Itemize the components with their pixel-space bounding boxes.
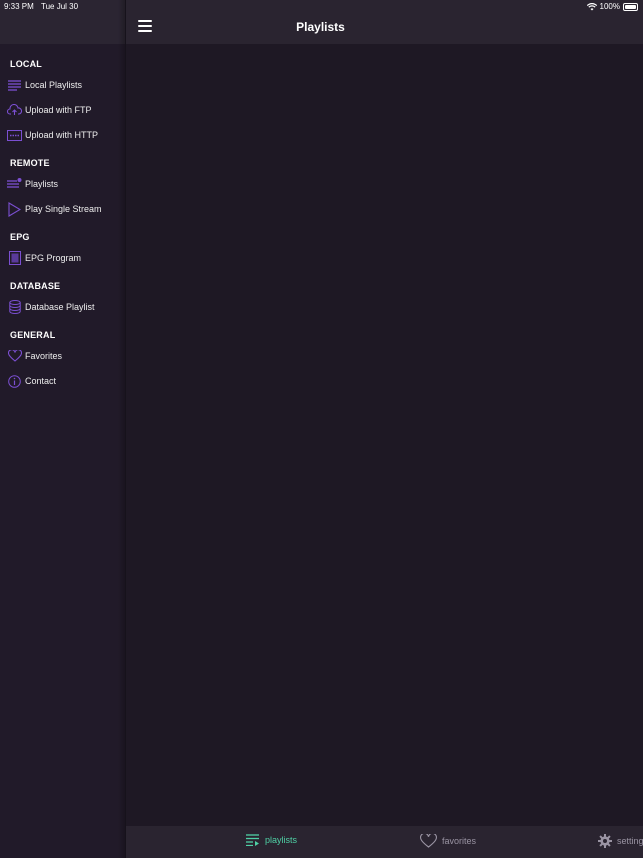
tab-bar: playlists favorites settings: [126, 826, 643, 858]
sidebar-item-database-playlist[interactable]: Database Playlist: [7, 298, 119, 316]
sidebar-item-label: Upload with HTTP: [25, 130, 99, 140]
sidebar-item-favorites[interactable]: Favorites: [7, 347, 119, 365]
http-icon: [7, 128, 22, 143]
sidebar: LOCAL Local Playlists Upload with FTP Up…: [0, 0, 125, 858]
epg-icon: [7, 251, 22, 266]
sidebar-item-epg-program[interactable]: EPG Program: [7, 249, 119, 267]
battery-icon: [623, 2, 638, 11]
remote-playlist-icon: [7, 177, 22, 192]
sidebar-item-upload-http[interactable]: Upload with HTTP: [7, 126, 119, 144]
sidebar-item-label: Local Playlists: [25, 80, 83, 90]
playlist-icon: [7, 78, 22, 93]
sidebar-item-label: Play Single Stream: [25, 204, 102, 214]
gear-icon: [598, 834, 612, 848]
wifi-icon: [586, 2, 597, 10]
sidebar-item-label: Playlists: [25, 179, 59, 189]
sidebar-item-label: Upload with FTP: [25, 105, 92, 115]
sidebar-item-upload-ftp[interactable]: Upload with FTP: [7, 101, 119, 119]
section-title-local: LOCAL: [10, 59, 42, 69]
heart-icon: [420, 834, 437, 848]
battery-percent: 100%: [599, 2, 620, 11]
sidebar-item-playlists[interactable]: Playlists: [7, 175, 119, 193]
status-right: 100%: [586, 2, 638, 11]
tab-playlists[interactable]: playlists: [246, 834, 297, 846]
tab-label: playlists: [265, 835, 298, 845]
status-time: 9:33 PM: [4, 2, 34, 11]
playlist-icon: [246, 834, 259, 846]
sidebar-item-local-playlists[interactable]: Local Playlists: [7, 76, 119, 94]
database-icon: [7, 300, 22, 315]
main-content: Playlists playlists favorites settings: [126, 0, 643, 858]
cloud-upload-icon: [7, 103, 22, 118]
status-date: Tue Jul 30: [41, 2, 79, 11]
sidebar-item-label: Database Playlist: [25, 302, 95, 312]
info-icon: [7, 374, 22, 389]
section-title-remote: REMOTE: [10, 158, 50, 168]
tab-label: settings: [617, 836, 643, 846]
section-title-database: DATABASE: [10, 281, 61, 291]
section-title-epg: EPG: [10, 232, 30, 242]
sidebar-item-label: Favorites: [25, 351, 63, 361]
status-bar: 9:33 PM Tue Jul 30 100%: [0, 0, 643, 14]
tab-favorites[interactable]: favorites: [420, 834, 476, 848]
sidebar-item-label: Contact: [25, 376, 57, 386]
tab-label: favorites: [442, 836, 477, 846]
sidebar-item-play-single-stream[interactable]: Play Single Stream: [7, 200, 119, 218]
sidebar-item-contact[interactable]: Contact: [7, 372, 119, 390]
page-title: Playlists: [296, 20, 345, 34]
sidebar-item-label: EPG Program: [25, 253, 82, 263]
section-title-general: GENERAL: [10, 330, 56, 340]
tab-settings[interactable]: settings: [598, 834, 643, 848]
heart-icon: [7, 349, 22, 364]
play-icon: [7, 201, 22, 217]
